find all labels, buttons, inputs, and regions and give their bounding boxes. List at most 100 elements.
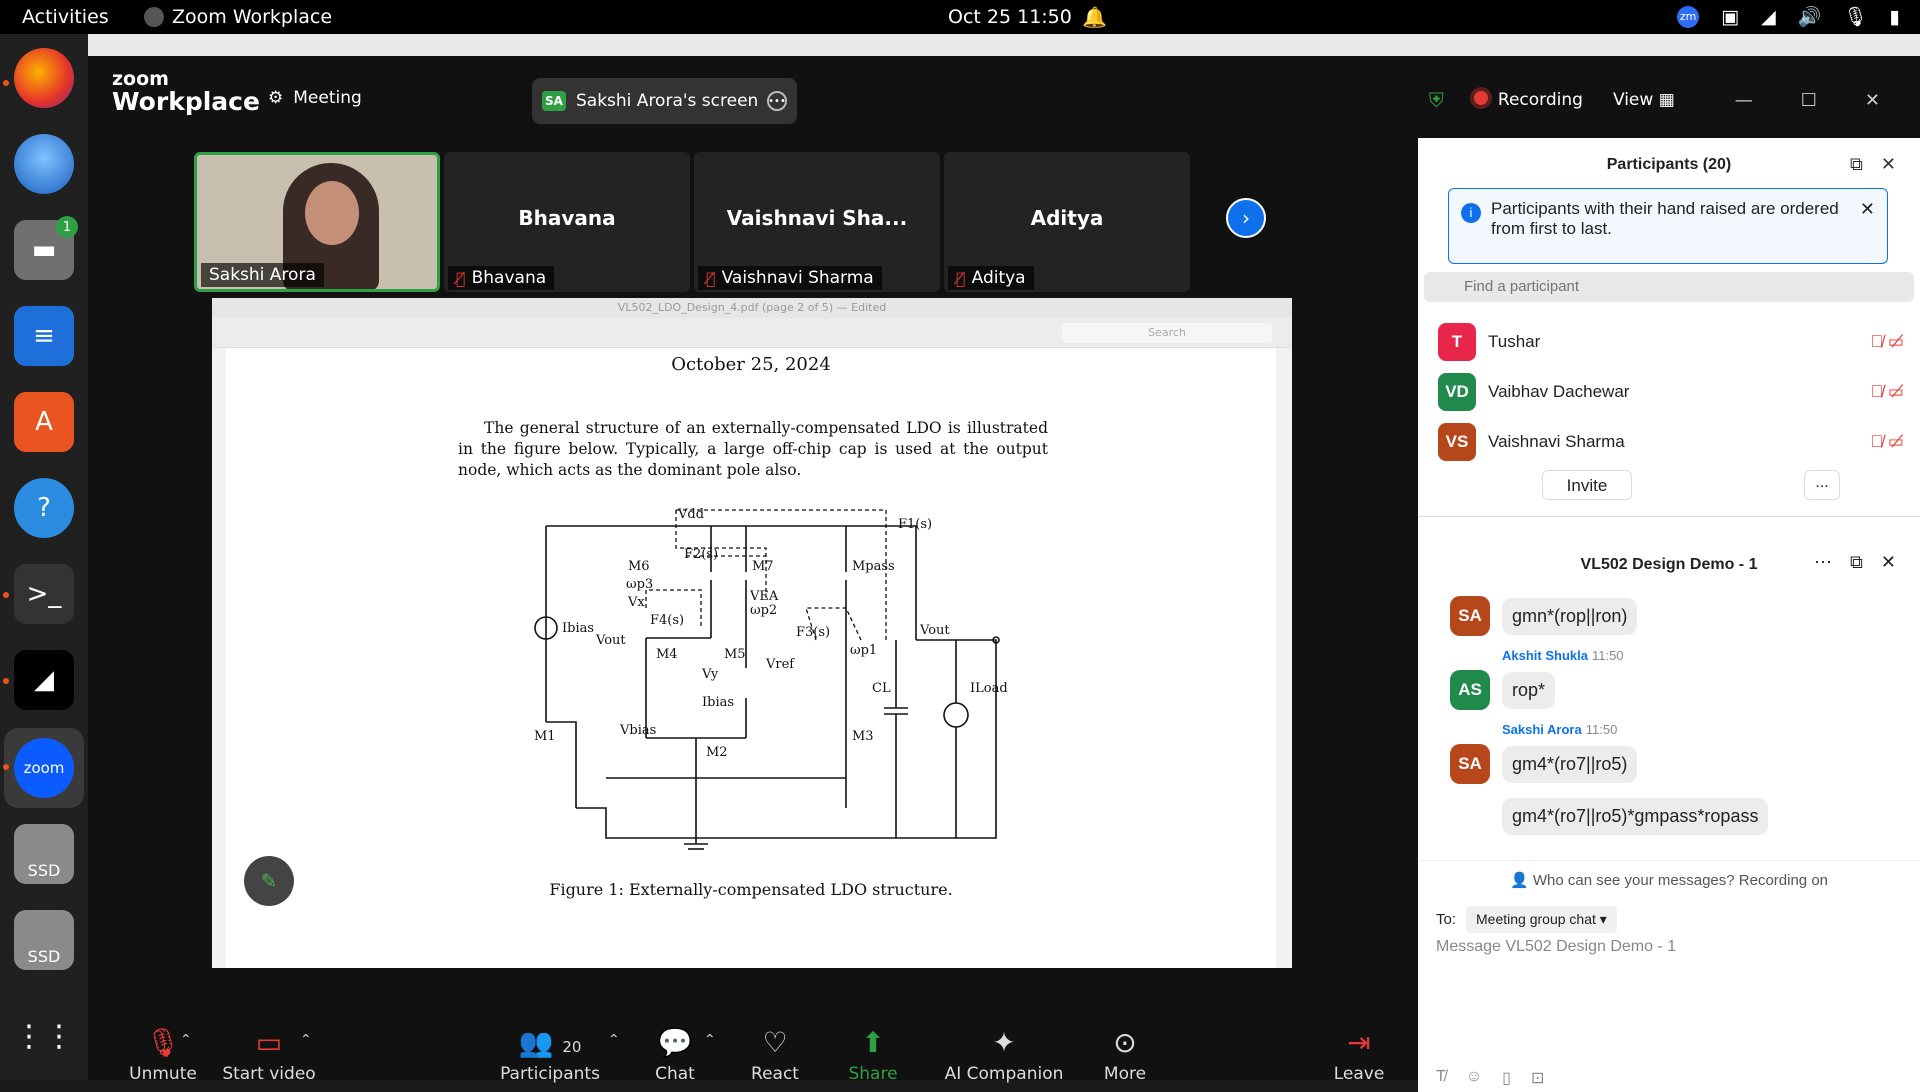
terminal-icon[interactable]: >_ [14, 564, 74, 624]
participant-row[interactable]: VS Vaishnavi Sharma 🎙̸ ▭̸ [1438, 422, 1908, 462]
participant-row[interactable]: T Tushar 🎙̸ ▭̸ [1438, 322, 1908, 362]
sender-name: Sakshi Arora [1502, 722, 1582, 737]
chat-options-chevron-icon[interactable]: ⌃ [704, 1032, 716, 1048]
more-options-icon[interactable]: ••• [767, 91, 787, 111]
next-page-chevron-icon[interactable]: › [1226, 198, 1266, 238]
visibility-text: Who can see your messages? Recording on [1532, 872, 1829, 889]
react-button[interactable]: ♡ React [740, 1026, 810, 1084]
video-tile-sakshi[interactable]: Sakshi Arora [194, 152, 440, 292]
recipient-selector: To: Meeting group chat ▾ [1436, 906, 1617, 933]
recording-indicator[interactable]: Recording [1473, 90, 1583, 110]
help-icon[interactable]: ? [14, 478, 74, 538]
close-icon[interactable]: ✕ [1881, 154, 1896, 175]
message-bubble[interactable]: gm4*(ro7||ro5) [1502, 745, 1638, 783]
compose-toolbar: T̸ ☺ ▯ ⊡ [1436, 1068, 1544, 1088]
participant-name: Vaibhav Dachewar [1488, 382, 1630, 401]
app-center-icon[interactable]: A [14, 392, 74, 452]
annotate-pencil-icon[interactable]: ✎ [244, 856, 294, 906]
thunderbird-icon[interactable] [14, 134, 74, 194]
emoji-icon[interactable]: ☺ [1466, 1068, 1482, 1088]
focused-app-name: Zoom Workplace [172, 6, 333, 28]
clipboard-icon[interactable]: ▣ [1721, 6, 1739, 28]
leave-button[interactable]: ⇥ Leave [1324, 1026, 1394, 1084]
file-icon[interactable]: ▯ [1502, 1068, 1511, 1088]
shared-screen: VL502_LDO_Design_4.pdf (page 2 of 5) — E… [212, 298, 1292, 968]
chat-button[interactable]: 💬 Chat [640, 1026, 710, 1084]
running-indicator [3, 80, 9, 86]
unmute-label: Unmute [129, 1064, 197, 1084]
chat-message-input[interactable]: Message VL502 Design Demo - 1 [1436, 938, 1676, 956]
participants-options-chevron-icon[interactable]: ⌃ [608, 1032, 620, 1048]
wifi-icon[interactable]: ◢ [1761, 6, 1776, 28]
chat-message: AS rop* [1450, 670, 1556, 710]
screen-share-pill[interactable]: SA Sakshi Arora's screen ••• [532, 78, 797, 124]
amd-icon[interactable]: ◢ [14, 650, 74, 710]
name-tag-label: Vaishnavi Sharma [721, 268, 874, 288]
close-icon[interactable]: ✕ [1881, 552, 1896, 573]
video-options-chevron-icon[interactable]: ⌃ [300, 1032, 312, 1048]
message-visibility-link[interactable]: 👤 Who can see your messages? Recording o… [1418, 860, 1920, 889]
ssd-drive-icon[interactable]: SSD [14, 824, 74, 884]
show-apps-icon[interactable]: ⋮⋮ [14, 1006, 74, 1066]
battery-icon[interactable]: ▮ [1890, 6, 1900, 28]
more-options-icon[interactable]: ⋯ [1814, 552, 1832, 573]
message-bubble[interactable]: rop* [1502, 671, 1556, 709]
minimize-icon[interactable]: — [1735, 90, 1753, 111]
participant-row[interactable]: VD Vaibhav Dachewar 🎙̸ ▭̸ [1438, 372, 1908, 412]
message-bubble[interactable]: gmn*(rop||ron) [1502, 597, 1638, 635]
more-button[interactable]: ⊙ More [1090, 1026, 1160, 1084]
clock[interactable]: Oct 25 11:50 [948, 6, 1072, 28]
app-dock: ▬ 1 ≡ A ? >_ ◢ zoom SSD SSD ⋮⋮ [0, 34, 88, 1080]
participants-button[interactable]: 👥 20 Participants [500, 1026, 600, 1084]
volume-icon[interactable]: 🔊 [1798, 5, 1822, 28]
participant-avatar: VS [1438, 423, 1476, 461]
ai-companion-button[interactable]: ✦ AI Companion [934, 1026, 1074, 1084]
message-time: 11:50 [1591, 648, 1624, 663]
grid-icon: ▦ [1658, 90, 1675, 110]
message-sender: Sakshi Arora 11:50 [1502, 722, 1617, 737]
writer-icon[interactable]: ≡ [14, 306, 74, 366]
video-tile-aditya[interactable]: Aditya 🎙̸ Aditya [944, 152, 1190, 292]
video-tile-vaishnavi[interactable]: Vaishnavi Sha... 🎙̸ Vaishnavi Sharma [694, 152, 940, 292]
microphone-icon[interactable]: 🎙 [1843, 5, 1867, 28]
screenshot-icon[interactable]: ⊡ [1531, 1068, 1544, 1088]
leave-icon: ⇥ [1347, 1026, 1371, 1059]
bell-icon[interactable]: 🔔 [1082, 5, 1107, 29]
share-button[interactable]: ⬆ Share [838, 1026, 908, 1084]
focused-app-menu[interactable]: Zoom Workplace [144, 6, 332, 28]
label-vdd: Vdd [677, 508, 704, 522]
video-tile-bhavana[interactable]: Bhavana 🎙̸ Bhavana [444, 152, 690, 292]
format-text-icon[interactable]: T̸ [1436, 1068, 1446, 1088]
shield-icon[interactable]: ⛨ [1429, 88, 1444, 112]
zoom-tray-icon[interactable]: zm [1677, 5, 1700, 28]
participant-search-input[interactable] [1424, 272, 1914, 302]
zoom-dock-icon[interactable]: zoom [14, 738, 74, 798]
unmute-button[interactable]: 🎙 Unmute [118, 1026, 208, 1084]
firefox-icon[interactable] [14, 48, 74, 108]
label-vbias: Vbias [619, 723, 656, 738]
dismiss-notice-icon[interactable]: ✕ [1860, 199, 1875, 219]
recipient-dropdown[interactable]: Meeting group chat ▾ [1466, 906, 1617, 933]
invite-button[interactable]: Invite [1542, 470, 1632, 500]
audio-options-chevron-icon[interactable]: ⌃ [180, 1032, 192, 1048]
message-bubble[interactable]: gm4*(ro7||ro5)*gmpass*ropass [1502, 798, 1769, 835]
activities-button[interactable]: Activities [22, 6, 109, 28]
pop-out-icon[interactable]: ⧉ [1850, 154, 1863, 175]
sparkle-icon: ✦ [992, 1026, 1016, 1059]
label-m1: M1 [534, 729, 556, 744]
tile-display-name: Aditya [1030, 206, 1104, 230]
files-icon[interactable]: ▬ 1 [14, 216, 78, 280]
label-f3: F3(s) [796, 625, 830, 640]
meeting-info-button[interactable]: ⚙ Meeting [268, 88, 362, 108]
sender-avatar: SA [1450, 596, 1490, 636]
pop-out-icon[interactable]: ⧉ [1850, 552, 1863, 573]
system-tray[interactable]: zm ▣ ◢ 🔊 🎙 ▮ [1677, 5, 1900, 28]
label-mpass: Mpass [852, 559, 895, 574]
maximize-icon[interactable]: ☐ [1801, 90, 1817, 111]
view-button[interactable]: View ▦ [1613, 90, 1675, 110]
participants-more-button[interactable]: ... [1804, 470, 1840, 500]
react-label: React [751, 1064, 799, 1084]
ssd-drive-icon[interactable]: SSD [14, 910, 74, 970]
close-window-icon[interactable]: ✕ [1865, 90, 1880, 111]
view-label: View [1612, 90, 1654, 110]
